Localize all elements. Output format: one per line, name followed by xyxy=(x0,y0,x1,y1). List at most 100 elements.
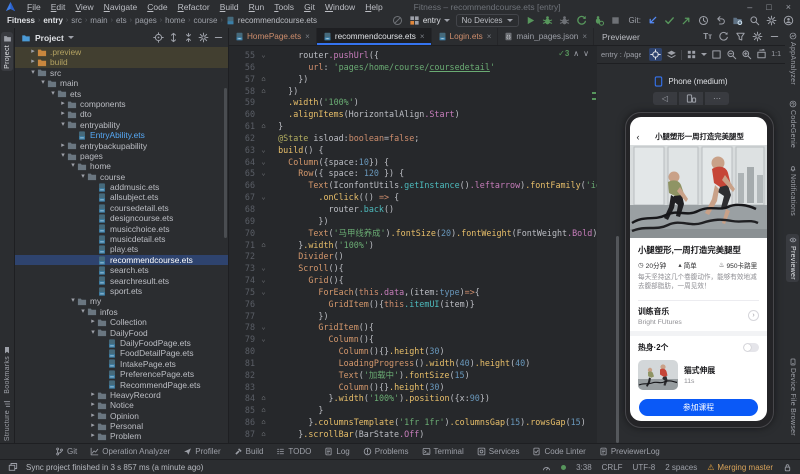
tree-item-play.ets[interactable]: play.ets xyxy=(15,244,228,254)
menu-run[interactable]: Run xyxy=(244,2,270,12)
tree-item-components[interactable]: ▸ components xyxy=(15,99,228,109)
tree-item-Opinion[interactable]: ▸ Opinion xyxy=(15,411,228,421)
toolwindow-profiler[interactable]: Profiler xyxy=(183,447,221,456)
fold-icon[interactable]: ⌄ xyxy=(259,157,268,169)
tree-item-recommendcourse.ets[interactable]: recommendcourse.ets xyxy=(15,254,228,266)
tree-collapse-icon[interactable]: ▾ xyxy=(69,161,77,171)
zoom-in-button[interactable] xyxy=(741,49,752,60)
fold-icon[interactable]: ⌄ xyxy=(259,50,268,62)
training-music-row[interactable]: 训练音乐 Bright FUtures › xyxy=(630,301,767,331)
orientation-button[interactable] xyxy=(679,92,703,105)
file-encoding[interactable]: UTF-8 xyxy=(633,463,656,472)
expand-all-button[interactable] xyxy=(168,32,179,43)
menu-refactor[interactable]: Refactor xyxy=(173,2,215,12)
tree-item-RecommendPage.ets[interactable]: RecommendPage.ets xyxy=(15,380,228,390)
toolwindow-build[interactable]: Build xyxy=(234,447,263,456)
fit-frame-button[interactable] xyxy=(711,49,722,60)
tree-item-IntakePage.ets[interactable]: IntakePage.ets xyxy=(15,359,228,369)
tree-expand-icon[interactable]: ▸ xyxy=(59,109,67,119)
close-tab-icon[interactable]: × xyxy=(487,32,492,41)
tree-item-sport.ets[interactable]: sport.ets xyxy=(15,286,228,296)
tree-collapse-icon[interactable]: ▾ xyxy=(69,296,77,306)
tree-item-Collection[interactable]: ▸ Collection xyxy=(15,317,228,327)
project-folder-icon[interactable] xyxy=(732,15,743,26)
tree-collapse-icon[interactable]: ▾ xyxy=(59,120,67,130)
tree-item-DailyFoodPage.ets[interactable]: DailyFoodPage.ets xyxy=(15,338,228,348)
font-size-icon[interactable]: Tᴛ xyxy=(703,32,712,41)
toolwindow-operation-analyzer[interactable]: Operation Analyzer xyxy=(90,447,170,456)
account-button[interactable] xyxy=(783,15,794,26)
toolwindow-services[interactable]: Services xyxy=(477,447,519,456)
run-config-selector[interactable]: entry xyxy=(409,15,450,26)
tree-item-Personal[interactable]: ▸ Personal xyxy=(15,421,228,431)
toolwindow-previewerlog[interactable]: PreviewerLog xyxy=(599,447,660,456)
tree-expand-icon[interactable]: ▸ xyxy=(89,400,97,410)
tree-item-PreferencePage.ets[interactable]: PreferencePage.ets xyxy=(15,369,228,379)
tree-item-HeavyRecord[interactable]: ▸ HeavyRecord xyxy=(15,390,228,400)
fold-icon[interactable]: ⌄ xyxy=(259,287,268,299)
line-separator[interactable]: CRLF xyxy=(602,463,623,472)
rotate-left-button[interactable]: ◁ xyxy=(653,92,677,105)
toolwindow-git[interactable]: Git xyxy=(55,447,77,456)
tree-item-entryability[interactable]: ▾ entryability xyxy=(15,120,228,130)
tree-item-coursedetail.ets[interactable]: coursedetail.ets xyxy=(15,203,228,213)
breadcrumb-item[interactable]: pages xyxy=(135,16,157,25)
tree-collapse-icon[interactable]: ▾ xyxy=(79,172,87,182)
caret-position[interactable]: 3:38 xyxy=(576,463,592,472)
tree-collapse-icon[interactable]: ▾ xyxy=(89,328,97,338)
editor-tab-homepage.ets[interactable]: HomePage.ets × xyxy=(229,28,317,45)
preview-target-label[interactable]: entry : /pages... xyxy=(601,50,641,59)
layers-button[interactable] xyxy=(666,49,677,60)
editor-tab-main_pages.json[interactable]: {} main_pages.json × xyxy=(498,28,594,45)
menu-view[interactable]: View xyxy=(70,2,98,12)
tree-expand-icon[interactable]: ▸ xyxy=(89,431,97,441)
breadcrumb-item[interactable]: course xyxy=(193,16,217,25)
breadcrumb-item[interactable]: home xyxy=(165,16,185,25)
tree-item-.preview[interactable]: ▸ .preview xyxy=(15,47,228,58)
search-everywhere-button[interactable] xyxy=(749,15,760,26)
tree-item-dto[interactable]: ▸ dto xyxy=(15,109,228,119)
tree-item-addmusic.ets[interactable]: addmusic.ets xyxy=(15,182,228,192)
indent-style[interactable]: 2 spaces xyxy=(665,463,697,472)
tree-item-designcourse.ets[interactable]: designcourse.ets xyxy=(15,213,228,223)
breadcrumb-item[interactable]: src xyxy=(71,16,82,25)
tree-item-build[interactable]: ▸ build xyxy=(15,57,228,68)
git-commit-button[interactable] xyxy=(664,15,675,26)
sidebar-tab-previewer[interactable]: Previewer xyxy=(786,234,799,282)
resource-monitor-icon[interactable] xyxy=(542,463,551,472)
tree-item-musicdetail.ets[interactable]: musicdetail.ets xyxy=(15,234,228,244)
breadcrumb-file[interactable]: recommendcourse.ets xyxy=(226,16,317,25)
fold-icon[interactable]: ⌄ xyxy=(259,263,268,275)
panel-settings-button[interactable] xyxy=(198,32,209,43)
debug-button[interactable] xyxy=(542,15,553,26)
project-panel-title[interactable]: Project xyxy=(21,33,74,43)
project-scrollbar[interactable] xyxy=(224,88,227,238)
toolwindow-terminal[interactable]: Terminal xyxy=(422,447,464,456)
device-selector[interactable]: No Devices xyxy=(455,14,519,27)
filter-icon[interactable] xyxy=(735,31,746,42)
toolwindow-log[interactable]: Log xyxy=(324,447,350,456)
tree-item-course[interactable]: ▾ course xyxy=(15,172,228,182)
actual-size-button[interactable]: 1:1 xyxy=(771,51,781,58)
tree-item-DailyFood[interactable]: ▾ DailyFood xyxy=(15,328,228,338)
tree-expand-icon[interactable]: ▸ xyxy=(59,99,67,109)
tree-item-my[interactable]: ▾ my xyxy=(15,296,228,306)
breadcrumb-item[interactable]: Fitness xyxy=(7,16,35,25)
rollback-button[interactable] xyxy=(715,15,726,26)
fold-icon[interactable]: ⌄ xyxy=(259,168,268,180)
tree-expand-icon[interactable]: ▸ xyxy=(59,141,67,151)
toolwindow-todo[interactable]: TODO xyxy=(276,447,311,456)
toolwindow-problems[interactable]: Problems xyxy=(363,447,409,456)
hide-previewer-icon[interactable] xyxy=(769,31,780,42)
tree-item-infos[interactable]: ▾ infos xyxy=(15,307,228,317)
tree-item-ets[interactable]: ▾ ets xyxy=(15,89,228,99)
sidebar-tab-codegenie[interactable]: CodeGenie xyxy=(786,100,799,148)
fold-icon[interactable]: ⌄ xyxy=(259,275,268,287)
tree-collapse-icon[interactable]: ▾ xyxy=(29,68,37,78)
join-course-button[interactable]: 参加课程 xyxy=(639,398,758,416)
tree-collapse-icon[interactable]: ▾ xyxy=(49,89,57,99)
tree-expand-icon[interactable]: ▸ xyxy=(89,411,97,421)
menu-help[interactable]: Help xyxy=(360,2,387,12)
preview-device-label[interactable]: Phone (medium) xyxy=(597,76,785,87)
breadcrumb-item[interactable]: main xyxy=(90,16,107,25)
